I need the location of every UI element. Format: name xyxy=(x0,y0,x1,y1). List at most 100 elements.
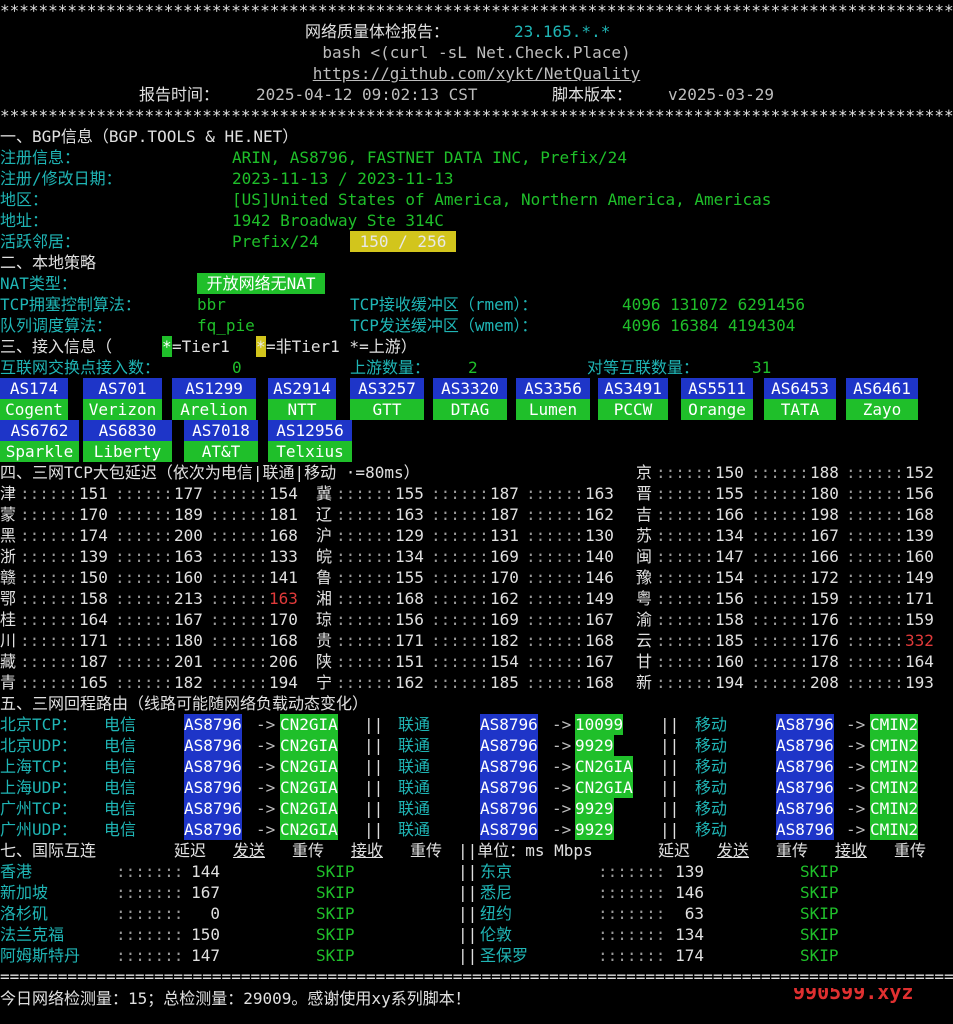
route-asn: AS8796 xyxy=(480,798,538,819)
intl-bar: ::::::: xyxy=(598,883,666,902)
latency-ct: 187 xyxy=(79,652,108,671)
latency-cm: 181 xyxy=(269,505,298,524)
footer-line: 今日网络检测量：15；总检测量：29009。感谢使用xy系列脚本！ 990599… xyxy=(0,988,953,1014)
route-telecom: CN2GIA xyxy=(280,756,338,777)
route-sep: || xyxy=(364,778,384,797)
province-label: 湘 xyxy=(316,589,333,608)
route-arrow: -> xyxy=(256,799,276,818)
peer-asn: AS3491 xyxy=(598,378,668,399)
latency-cm: 152 xyxy=(905,463,934,482)
route-label: 上海TCP： xyxy=(0,757,77,776)
latency-bar: :::::: xyxy=(846,631,904,650)
latency-cu: 154 xyxy=(490,652,519,671)
intl-latency: 150 xyxy=(191,925,220,944)
intl-skip: SKIP xyxy=(316,883,355,902)
route-label: 北京TCP： xyxy=(0,715,77,734)
policy-qdisc: 队列调度算法： fq_pie TCP发送缓冲区（wmem）： 4096 1638… xyxy=(0,316,796,335)
bgp-registration: 注册信息： ARIN, AS8796, FASTNET DATA INC, Pr… xyxy=(0,148,627,167)
route-arrow: -> xyxy=(256,757,276,776)
intl-latency: 139 xyxy=(675,862,704,881)
peer-name: GTT xyxy=(350,399,424,420)
latency-bar: :::::: xyxy=(656,631,714,650)
peer-asn: AS3356 xyxy=(516,378,590,399)
route-arrow: -> xyxy=(846,757,866,776)
intl-city: 洛杉矶 xyxy=(0,904,49,923)
latency-cm: 133 xyxy=(269,547,298,566)
peer-asn: AS5511 xyxy=(681,378,753,399)
isp-mobile: 移动 xyxy=(695,736,728,755)
intl-latency: 0 xyxy=(210,904,220,923)
route-sep: || xyxy=(660,799,680,818)
isp-telecom: 电信 xyxy=(104,715,137,734)
latency-bar: :::::: xyxy=(751,610,809,629)
latency-bar: :::::: xyxy=(526,631,584,650)
peer-as-grid-2: AS6762 Sparkle AS6830 Liberty AS7018 AT&T AS12… xyxy=(0,420,953,462)
latency-ct: 150 xyxy=(715,463,744,482)
latency-bar: :::::: xyxy=(115,589,173,608)
repo-link[interactable]: https://github.com/xykt/NetQuality xyxy=(0,63,953,84)
latency-bar: :::::: xyxy=(656,547,714,566)
latency-bar: :::::: xyxy=(20,526,78,545)
intl-bar: ::::::: xyxy=(598,925,666,944)
route-label: 广州TCP： xyxy=(0,799,77,818)
latency-row: 藏:::::: 187:::::: 201:::::: 206 陕:::::: 151::… xyxy=(0,651,953,672)
latency-bar: :::::: xyxy=(846,673,904,692)
route-asn: AS8796 xyxy=(776,798,834,819)
latency-bar: :::::: xyxy=(846,652,904,671)
intl-city: 伦敦 xyxy=(480,925,513,944)
latency-bar: :::::: xyxy=(336,505,394,524)
latency-cm: 193 xyxy=(905,673,934,692)
latency-cm: 139 xyxy=(905,526,934,545)
latency-bar: :::::: xyxy=(526,610,584,629)
latency-cu: 160 xyxy=(174,568,203,587)
latency-cu: 176 xyxy=(810,631,839,650)
latency-ct: 163 xyxy=(395,505,424,524)
section-intl-heading: 七、国际互连 延迟 发送 重传 接收 重传 ||单位：ms Mbps 延迟 发送… xyxy=(0,841,927,860)
latency-bar: :::::: xyxy=(656,673,714,692)
intl-latency: 167 xyxy=(191,883,220,902)
latency-ct: 154 xyxy=(715,568,744,587)
latency-bar: :::::: xyxy=(115,547,173,566)
latency-bar: :::::: xyxy=(526,589,584,608)
latency-cm: 168 xyxy=(905,505,934,524)
latency-cu: 185 xyxy=(490,673,519,692)
latency-bar: :::::: xyxy=(656,463,714,482)
access-counts: 互联网交换点接入数： 0 上游数量： 2 对等互联数量： 31 xyxy=(0,358,772,377)
section-policy-heading: 二、本地策略 xyxy=(0,253,97,272)
latency-bar: :::::: xyxy=(751,589,809,608)
route-sep: || xyxy=(660,715,680,734)
route-mobile: CMIN2 xyxy=(870,777,919,798)
province-label: 苏 xyxy=(636,526,653,545)
route-telecom: CN2GIA xyxy=(280,777,338,798)
route-arrow: -> xyxy=(552,715,572,734)
peer-name: Verizon xyxy=(83,399,162,420)
latency-row: 赣:::::: 150:::::: 160:::::: 141 鲁:::::: 155::… xyxy=(0,567,953,588)
latency-bar: :::::: xyxy=(20,610,78,629)
route-row: 上海UDP： 电信 AS8796 -> CN2GIA || 联通 AS8796 -> CN2GIA… xyxy=(0,777,953,798)
report-title-label: 网络质量体检报告： xyxy=(305,22,450,41)
section-latency-heading: 四、三网TCP大包延迟（依次为电信|联通|移动 ·=80ms） 京:::::: 1… xyxy=(0,463,934,482)
peer-asn: AS6461 xyxy=(846,378,918,399)
route-asn: AS8796 xyxy=(184,756,242,777)
route-sep: || xyxy=(660,736,680,755)
intl-row: 法兰克福::::::: 150 SKIP || 伦敦::::::: 134 SKIP xyxy=(0,924,953,945)
latency-cm: 167 xyxy=(585,610,614,629)
province-label: 辽 xyxy=(316,505,333,524)
latency-cm: 168 xyxy=(585,673,614,692)
latency-cu: 131 xyxy=(490,526,519,545)
latency-cm: 163 xyxy=(585,484,614,503)
peer-asn: AS3320 xyxy=(433,378,507,399)
latency-bar: :::::: xyxy=(20,589,78,608)
route-arrow: -> xyxy=(846,715,866,734)
route-arrow: -> xyxy=(256,715,276,734)
route-arrow: -> xyxy=(846,799,866,818)
latency-bar: :::::: xyxy=(115,526,173,545)
isp-unicom: 联通 xyxy=(398,799,431,818)
route-mobile: CMIN2 xyxy=(870,756,919,777)
latency-cm: 206 xyxy=(269,652,298,671)
route-sep: || xyxy=(364,757,384,776)
bgp-dates: 注册/修改日期： 2023-11-13 / 2023-11-13 xyxy=(0,169,454,188)
province-label: 琼 xyxy=(316,610,333,629)
latency-bar: :::::: xyxy=(20,631,78,650)
latency-cm: 194 xyxy=(269,673,298,692)
